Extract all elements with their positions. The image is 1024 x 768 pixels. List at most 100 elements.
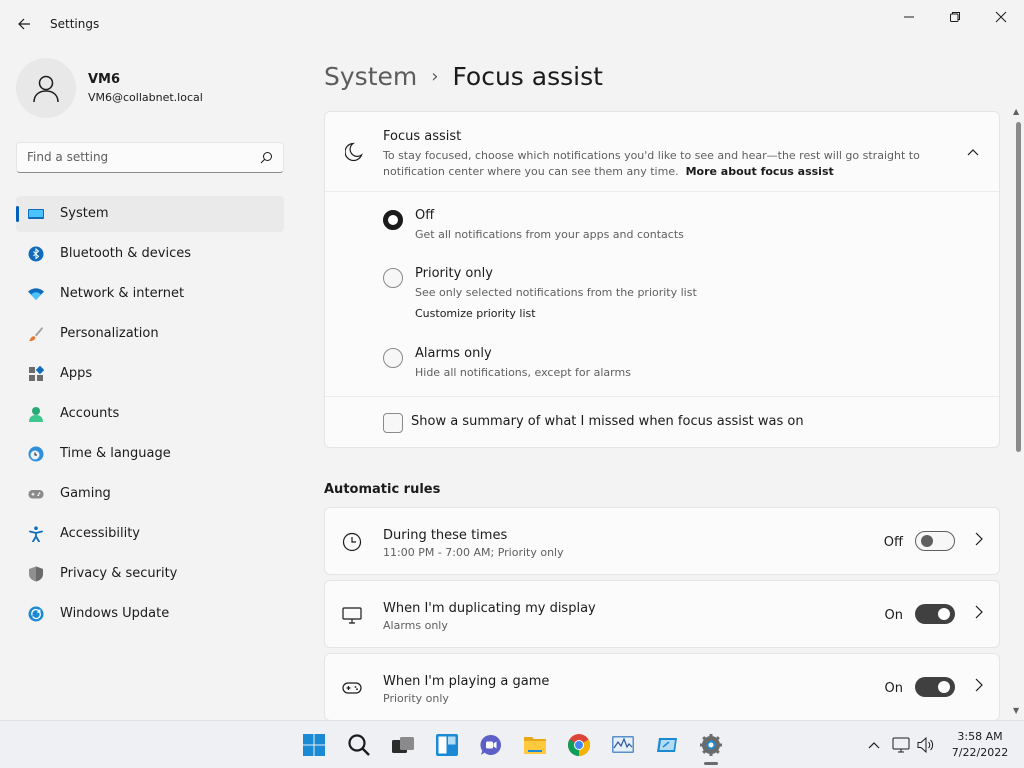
sidebar-item-personalization[interactable]: Personalization [16,316,284,352]
toggle-knob [938,608,950,620]
chat-button[interactable] [477,731,505,759]
start-icon [303,734,325,756]
network-tray-button[interactable] [892,736,910,754]
sidebar-item-accounts[interactable]: Accounts [16,396,284,432]
maximize-button[interactable] [932,6,978,28]
sidebar-item-label: Apps [60,366,93,381]
remote-desktop-icon [657,738,677,752]
option-label: Alarms only [415,346,492,361]
search-icon [348,734,370,756]
moon-icon [345,142,363,162]
radio-alarms-only[interactable] [383,348,403,368]
show-hidden-icons-button[interactable] [865,736,883,754]
scrollbar-thumb[interactable] [1016,122,1021,452]
radio-priority-only[interactable] [383,268,403,288]
apps-icon [29,366,44,381]
chrome-icon [568,734,590,756]
taskbar-search-button[interactable] [345,731,373,759]
breadcrumb-parent[interactable]: System [324,62,417,91]
rule-toggle[interactable] [915,604,955,624]
start-button[interactable] [300,731,328,759]
customize-priority-list-link[interactable]: Customize priority list [415,307,536,320]
rule-toggle[interactable] [915,677,955,697]
profile-name: VM6 [88,72,121,87]
system-icon [28,209,44,219]
sidebar-item-label: Network & internet [60,286,185,301]
sidebar-item-label: Personalization [60,326,159,341]
sidebar-item-label: Privacy & security [60,566,178,581]
chat-icon [480,734,501,755]
chevron-up-icon [868,742,880,749]
restore-icon [950,12,960,22]
focus-assist-card: Focus assist To stay focused, choose whi… [324,111,1000,448]
rule-title: During these times [383,528,508,543]
rule-playing-game[interactable]: When I'm playing a game Priority only On [324,653,1000,721]
collapse-button[interactable] [963,142,983,162]
settings-taskbar-button[interactable] [697,731,725,759]
task-view-button[interactable] [389,731,417,759]
sidebar-item-system[interactable]: System [16,196,284,232]
task-view-icon [392,737,414,753]
sidebar-item-windows-update[interactable]: Windows Update [16,596,284,632]
more-about-link[interactable]: More about focus assist [686,165,834,178]
file-explorer-icon [524,737,546,754]
page-title: Focus assist [452,61,603,91]
rule-toggle[interactable] [915,531,955,551]
clock-time: 3:58 AM [957,730,1003,743]
rule-description: 11:00 PM - 7:00 AM; Priority only [383,546,564,559]
app-title: Settings [50,17,100,31]
rule-during-these-times[interactable]: During these times 11:00 PM - 7:00 AM; P… [324,507,1000,575]
focus-assist-header[interactable]: Focus assist To stay focused, choose whi… [325,112,999,192]
chrome-button[interactable] [565,731,593,759]
minimize-button[interactable] [886,6,932,28]
settings-search[interactable] [16,142,284,173]
focus-assist-title: Focus assist [383,129,462,144]
widgets-icon [436,734,458,756]
search-icon[interactable] [260,151,273,164]
sidebar-item-network[interactable]: Network & internet [16,276,284,312]
back-button[interactable] [14,14,34,34]
chevron-right-icon [975,605,983,619]
summary-checkbox[interactable] [383,413,403,433]
profile-email: VM6@collabnet.local [88,91,203,104]
taskbar-clock[interactable]: 3:58 AM 7/22/2022 [950,729,1010,761]
focus-assist-description: To stay focused, choose which notificati… [383,148,943,180]
sidebar-item-label: Time & language [60,446,171,461]
search-input[interactable] [27,150,247,164]
sidebar-item-accessibility[interactable]: Accessibility [16,516,284,552]
user-profile[interactable]: VM6 VM6@collabnet.local [16,56,286,118]
radio-off[interactable] [383,210,403,230]
sidebar-item-time-language[interactable]: Time & language [16,436,284,472]
option-description: Hide all notifications, except for alarm… [415,366,631,379]
toggle-knob [938,681,950,693]
avatar [16,58,76,118]
remote-desktop-button[interactable] [653,731,681,759]
scroll-up-icon[interactable]: ▲ [1013,107,1019,116]
sidebar-item-apps[interactable]: Apps [16,356,284,392]
description-text: To stay focused, choose which notificati… [383,149,920,178]
sidebar-item-label: Bluetooth & devices [60,246,191,261]
sidebar-item-gaming[interactable]: Gaming [16,476,284,512]
sidebar-item-bluetooth[interactable]: Bluetooth & devices [16,236,284,272]
sidebar-item-privacy-security[interactable]: Privacy & security [16,556,284,592]
performance-monitor-button[interactable] [609,731,637,759]
toggle-state-label: On [884,681,903,696]
rule-duplicating-display[interactable]: When I'm duplicating my display Alarms o… [324,580,1000,648]
volume-tray-button[interactable] [917,736,935,754]
wifi-icon [28,288,44,300]
rule-description: Priority only [383,692,449,705]
scroll-down-icon[interactable]: ▼ [1013,706,1019,715]
sidebar-item-label: Accessibility [60,526,140,541]
option-label: Off [415,208,435,223]
rule-description: Alarms only [383,619,448,632]
taskbar: 3:58 AM 7/22/2022 [0,720,1024,768]
close-icon [995,11,1007,23]
bluetooth-icon [28,246,44,262]
file-explorer-button[interactable] [521,731,549,759]
gamepad-icon [342,682,362,694]
chevron-right-icon [975,678,983,692]
summary-label[interactable]: Show a summary of what I missed when foc… [411,414,804,429]
close-button[interactable] [978,6,1024,28]
widgets-button[interactable] [433,731,461,759]
chevron-right-icon [975,532,983,546]
